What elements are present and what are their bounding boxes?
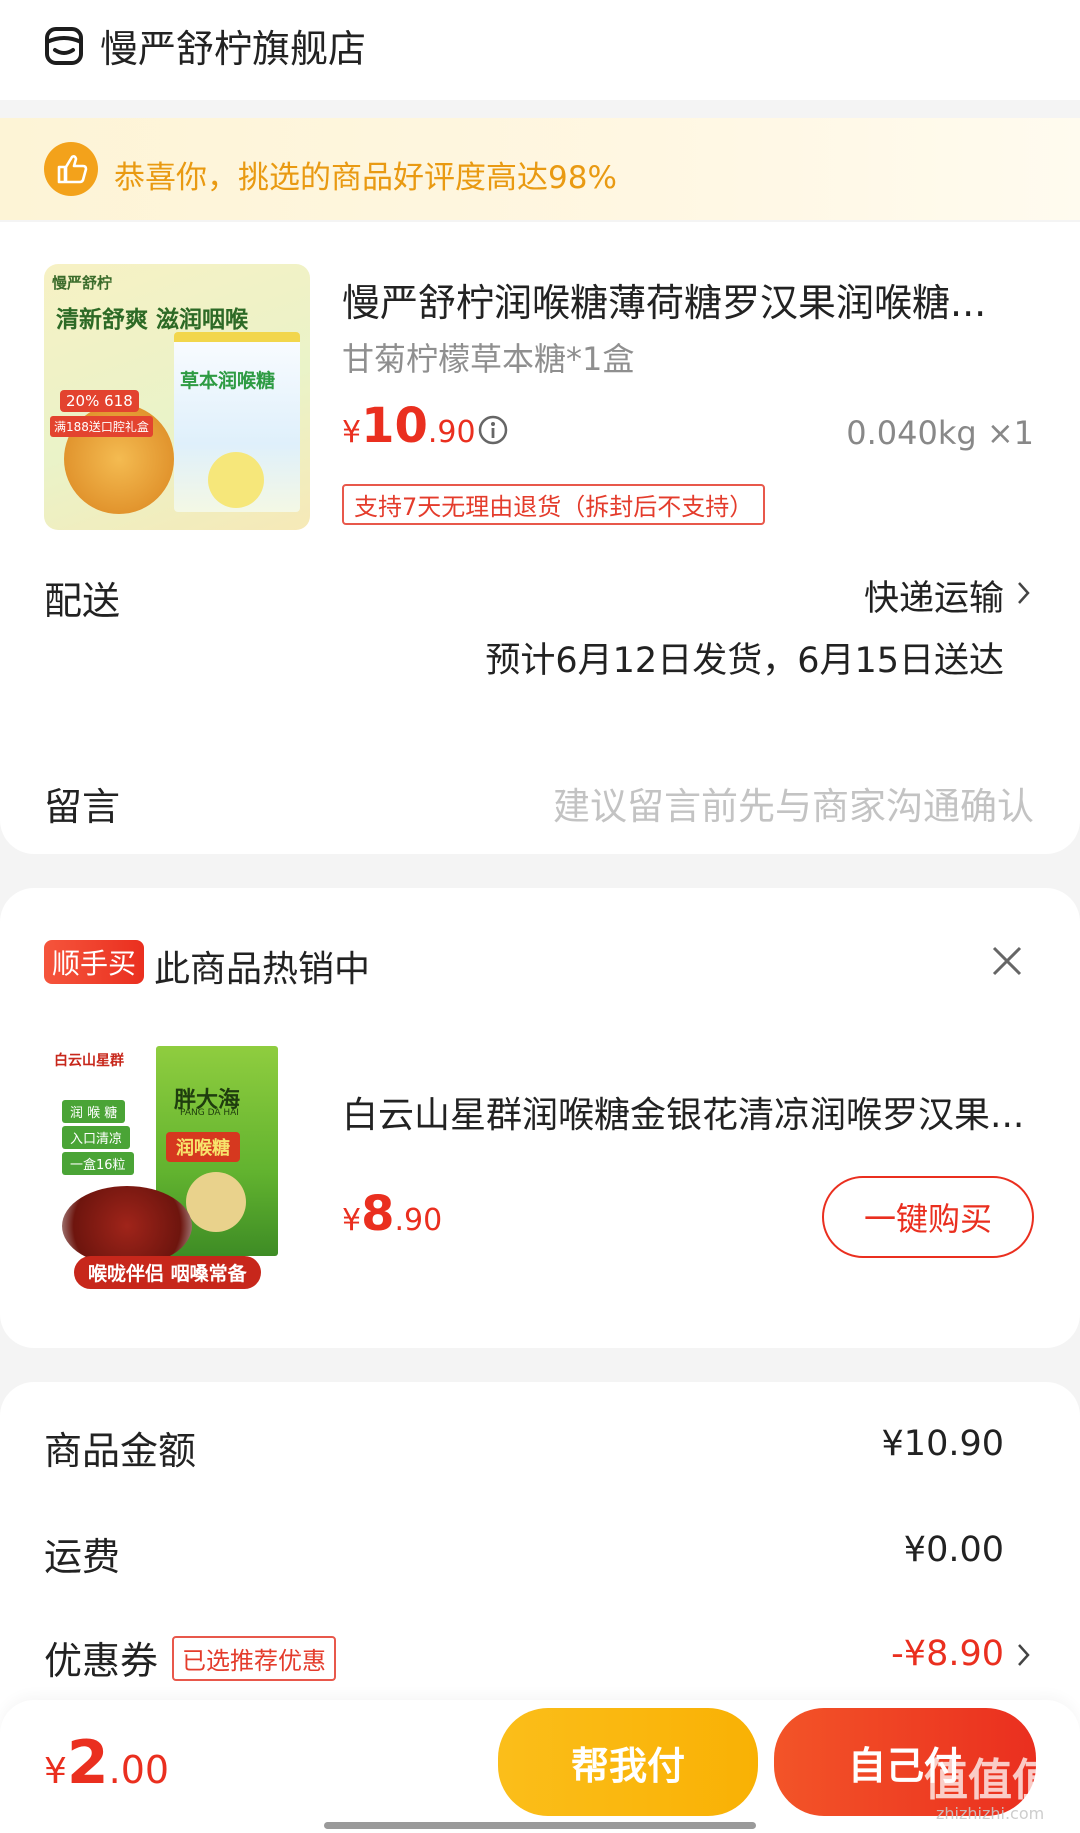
upsell-image-tag: 入口清凉: [62, 1126, 131, 1149]
image-box-label: 草本润喉糖: [180, 370, 276, 392]
product-title[interactable]: 慢严舒柠润喉糖薄荷糖罗汉果润喉糖...: [342, 272, 986, 327]
chevron-right-icon[interactable]: [1016, 580, 1032, 606]
summary-value-goods: ¥10.90: [881, 1424, 1004, 1464]
total-dec: .00: [108, 1748, 170, 1792]
message-label: 留言: [44, 785, 121, 829]
upsell-price-currency: ¥: [342, 1203, 362, 1238]
image-lemon: [208, 452, 264, 508]
total-int: 2: [66, 1728, 109, 1798]
image-gift: 满188送口腔礼盒: [50, 416, 153, 437]
upsell-box-sub: PANG DA HAI: [180, 1108, 239, 1118]
delivery-method[interactable]: 快递运输: [864, 570, 1004, 621]
coupon-tag: 已选推荐优惠: [172, 1636, 336, 1681]
image-brand: 慢严舒柠: [52, 274, 113, 292]
upsell-price-int: 8: [361, 1186, 395, 1242]
home-indicator[interactable]: [324, 1822, 756, 1829]
store-header[interactable]: 慢严舒柠旗舰店: [0, 0, 1080, 100]
product-price: ¥10.90: [342, 398, 476, 454]
upsell-title: 此商品热销中: [154, 949, 371, 990]
delivery-estimate: 预计6月12日发货，6月15日送达: [485, 641, 1004, 681]
price-int: 10: [361, 398, 428, 454]
price-dec: .90: [427, 415, 476, 450]
summary-label-shipping: 运费: [44, 1535, 121, 1579]
banner-text: 恭喜你，挑选的商品好评度高达98%: [114, 160, 617, 196]
upsell-box-label: 润喉糖: [166, 1132, 240, 1162]
weight-qty: 0.040kg ×1: [846, 414, 1034, 452]
price-currency: ¥: [342, 415, 362, 450]
thumbs-up-icon: [44, 142, 98, 196]
one-click-buy-button[interactable]: 一键购买: [822, 1176, 1034, 1258]
return-policy-tag: 支持7天无理由退货（拆封后不支持）: [342, 484, 766, 525]
product-image[interactable]: 慢严舒柠 清新舒爽 滋润咽喉 草本润喉糖 20% 618 满188送口腔礼盒: [44, 264, 310, 530]
info-icon[interactable]: [477, 414, 509, 446]
upsell-image-candy: [62, 1186, 192, 1266]
upsell-product-image[interactable]: 白云山星群 胖大海 PANG DA HAI 润喉糖 润 喉 糖 入口清凉 一盒1…: [44, 1026, 290, 1292]
message-input[interactable]: 建议留言前先与商家沟通确认: [553, 776, 1034, 830]
upsell-price-dec: .90: [394, 1203, 443, 1238]
upsell-image-tag: 一盒16粒: [62, 1152, 134, 1175]
summary-label-coupon[interactable]: 优惠券: [44, 1630, 158, 1685]
summary-label-goods: 商品金额: [44, 1429, 197, 1473]
close-icon[interactable]: [990, 944, 1024, 978]
summary-value-coupon[interactable]: -¥8.90: [891, 1634, 1004, 1674]
upsell-product-title[interactable]: 白云山星群润喉糖金银花清凉润喉罗汉果...: [342, 1086, 1024, 1138]
delivery-label: 配送: [44, 579, 121, 623]
upsell-box-fruit: [186, 1172, 246, 1232]
upsell-image-footer: 喉咙伴侣 咽嗓常备: [74, 1256, 261, 1289]
store-name: 慢严舒柠旗舰店: [100, 27, 367, 71]
watermark-url: zhizhizhi.com: [936, 1804, 1045, 1823]
total-price: ¥2.00: [44, 1728, 169, 1798]
upsell-image-tag: 润 喉 糖: [62, 1100, 126, 1123]
help-pay-button[interactable]: 帮我付: [498, 1708, 758, 1816]
image-box: 草本润喉糖: [174, 332, 300, 512]
image-promo: 20% 618: [60, 390, 139, 412]
upsell-image-brand: 白云山星群: [54, 1053, 124, 1069]
store-icon: [45, 27, 83, 65]
chevron-right-icon[interactable]: [1016, 1642, 1032, 1668]
upsell-badge: 顺手买: [44, 940, 145, 984]
image-slogan: 清新舒爽 滋润咽喉: [56, 307, 249, 333]
summary-value-shipping: ¥0.00: [903, 1530, 1004, 1570]
total-currency: ¥: [44, 1751, 67, 1792]
watermark-logo: 值值值: [924, 1755, 1056, 1806]
upsell-price: ¥8.90: [342, 1186, 442, 1242]
product-spec[interactable]: 甘菊柠檬草本糖*1盒: [342, 334, 634, 380]
